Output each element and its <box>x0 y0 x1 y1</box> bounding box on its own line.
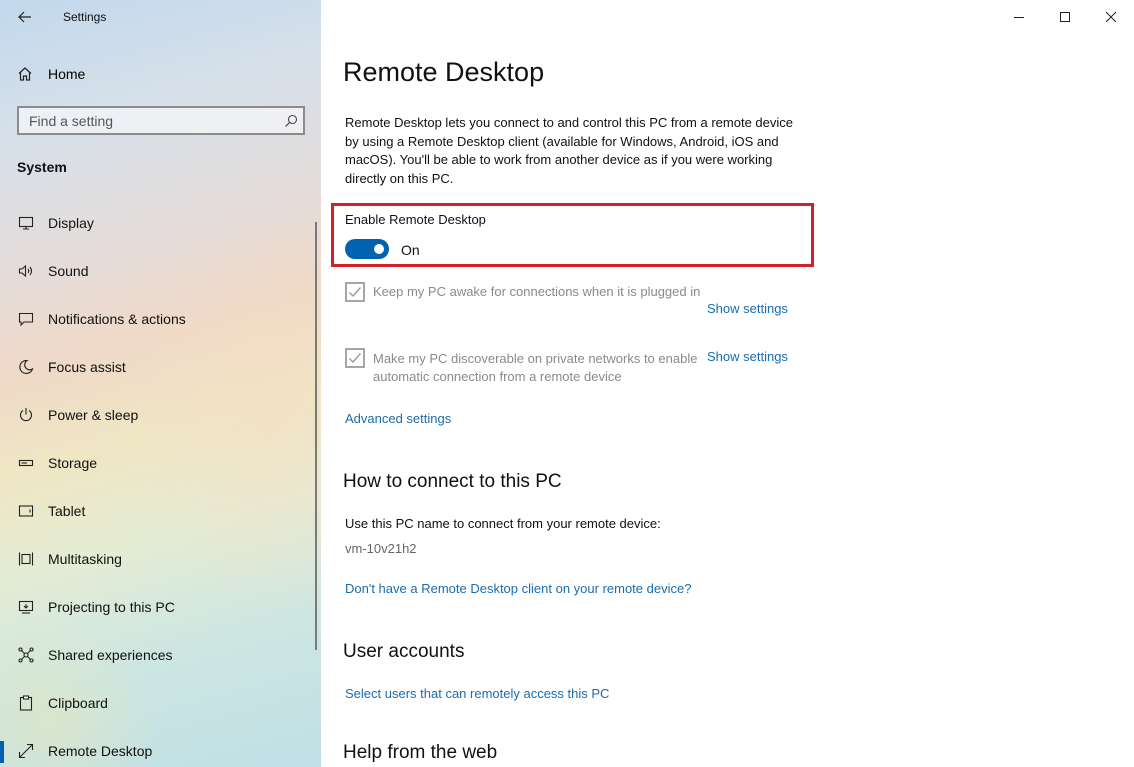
sidebar-item-power-sleep[interactable]: Power & sleep <box>0 391 321 439</box>
sidebar-item-display[interactable]: Display <box>0 199 321 247</box>
advanced-settings-link[interactable]: Advanced settings <box>345 411 451 426</box>
pc-name: vm-10v21h2 <box>345 541 417 556</box>
enable-remote-desktop-toggle[interactable] <box>345 239 389 259</box>
sidebar-item-remote-desktop[interactable]: Remote Desktop <box>0 727 321 767</box>
sidebar-item-sound[interactable]: Sound <box>0 247 321 295</box>
keep-awake-checkbox[interactable] <box>345 282 365 302</box>
sidebar-item-label: Shared experiences <box>48 647 173 663</box>
sidebar-item-label: Home <box>48 66 86 82</box>
sidebar-item-label: Tablet <box>48 503 86 519</box>
keep-awake-label: Keep my PC awake for connections when it… <box>373 284 701 299</box>
sidebar-item-projecting[interactable]: Projecting to this PC <box>0 583 321 631</box>
checkmark-icon <box>349 353 362 364</box>
sidebar-item-label: Notifications & actions <box>48 311 186 327</box>
user-accounts-heading: User accounts <box>343 641 465 662</box>
minimize-button[interactable] <box>996 0 1042 34</box>
checkmark-icon <box>349 287 362 298</box>
back-arrow-icon <box>18 11 31 23</box>
page-title: Remote Desktop <box>343 57 545 87</box>
sidebar-item-clipboard[interactable]: Clipboard <box>0 679 321 727</box>
sidebar-item-label: Power & sleep <box>48 407 139 423</box>
maximize-icon <box>1060 12 1070 22</box>
main-content: Remote Desktop Remote Desktop lets you c… <box>321 0 1134 767</box>
toggle-knob <box>374 244 384 254</box>
tablet-icon <box>16 503 36 519</box>
select-users-link[interactable]: Select users that can remotely access th… <box>345 686 609 701</box>
sidebar: Settings Home System Display <box>0 0 321 767</box>
sidebar-item-shared-experiences[interactable]: Shared experiences <box>0 631 321 679</box>
window-controls <box>996 0 1134 34</box>
sidebar-item-label: Sound <box>48 263 89 279</box>
sound-icon <box>16 263 36 279</box>
shared-experiences-icon <box>16 647 36 663</box>
power-icon <box>16 407 36 423</box>
sidebar-item-home[interactable]: Home <box>0 58 321 90</box>
back-button[interactable] <box>10 5 40 29</box>
search-box[interactable] <box>17 106 305 135</box>
discoverable-label: Make my PC discoverable on private netwo… <box>373 351 698 384</box>
clipboard-icon <box>16 695 36 711</box>
maximize-button[interactable] <box>1042 0 1088 34</box>
toggle-state-label: On <box>401 242 420 258</box>
sidebar-item-multitasking[interactable]: Multitasking <box>0 535 321 583</box>
focus-assist-icon <box>16 359 36 375</box>
home-icon <box>15 66 35 82</box>
enable-remote-desktop-label: Enable Remote Desktop <box>345 212 486 227</box>
sidebar-scrollbar[interactable] <box>315 222 317 650</box>
minimize-icon <box>1014 17 1024 18</box>
sidebar-item-label: Projecting to this PC <box>48 599 175 615</box>
sidebar-item-label: Remote Desktop <box>48 743 153 759</box>
storage-icon <box>16 455 36 471</box>
page-description: Remote Desktop lets you connect to and c… <box>345 115 793 186</box>
sidebar-nav: Display Sound Notifications & actions Fo… <box>0 199 321 767</box>
sidebar-item-storage[interactable]: Storage <box>0 439 321 487</box>
sidebar-item-label: Focus assist <box>48 359 126 375</box>
sidebar-item-label: Display <box>48 215 94 231</box>
close-icon <box>1105 11 1117 23</box>
search-icon[interactable] <box>279 114 303 128</box>
connect-instruction: Use this PC name to connect from your re… <box>345 516 661 531</box>
discoverable-show-settings-link[interactable]: Show settings <box>707 349 788 364</box>
app-title: Settings <box>63 10 107 24</box>
section-label: System <box>17 159 67 175</box>
search-input[interactable] <box>19 108 279 133</box>
sidebar-item-focus-assist[interactable]: Focus assist <box>0 343 321 391</box>
sidebar-item-label: Clipboard <box>48 695 108 711</box>
remote-client-link[interactable]: Don't have a Remote Desktop client on yo… <box>345 581 691 596</box>
sidebar-item-label: Multitasking <box>48 551 122 567</box>
sidebar-item-notifications[interactable]: Notifications & actions <box>0 295 321 343</box>
multitasking-icon <box>16 551 36 567</box>
help-from-web-heading: Help from the web <box>343 742 498 763</box>
close-button[interactable] <box>1088 0 1134 34</box>
sidebar-item-label: Storage <box>48 455 98 471</box>
discoverable-checkbox[interactable] <box>345 348 365 368</box>
sidebar-item-tablet[interactable]: Tablet <box>0 487 321 535</box>
notifications-icon <box>16 311 36 327</box>
projecting-icon <box>16 599 36 615</box>
keep-awake-show-settings-link[interactable]: Show settings <box>707 301 788 316</box>
how-to-connect-heading: How to connect to this PC <box>343 471 562 492</box>
remote-desktop-icon <box>16 743 36 759</box>
display-icon <box>16 215 36 231</box>
